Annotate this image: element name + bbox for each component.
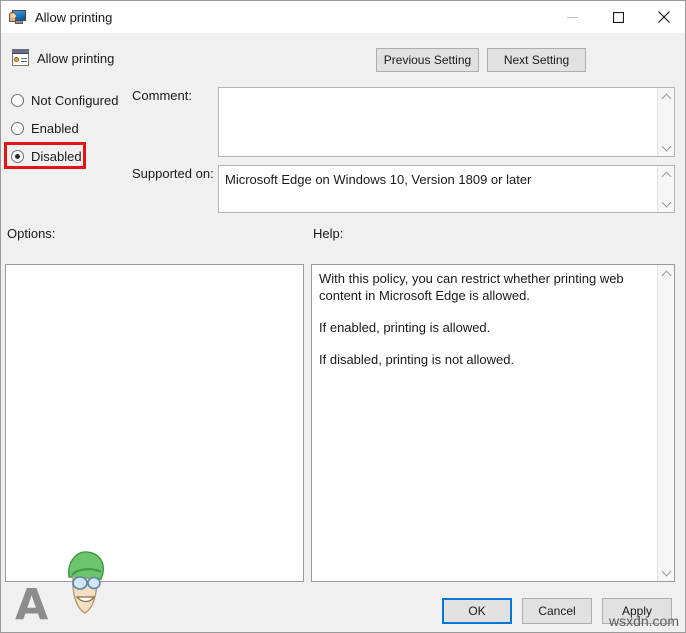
comment-label: Comment:	[132, 88, 192, 103]
supported-on-label: Supported on:	[132, 166, 214, 181]
help-paragraph: With this policy, you can restrict wheth…	[319, 271, 624, 303]
radio-disabled-label: Disabled	[31, 148, 82, 164]
options-label: Options:	[7, 226, 56, 241]
radio-enabled-mark[interactable]	[11, 121, 24, 135]
minimize-button[interactable]	[549, 1, 595, 33]
ok-button[interactable]: OK	[442, 598, 512, 624]
help-scrollbar[interactable]	[657, 265, 674, 581]
group-policy-setting-dialog: Allow printing Allow printing Previous S…	[0, 0, 686, 633]
window-title: Allow printing	[35, 9, 113, 25]
help-paragraph: If enabled, printing is allowed.	[319, 320, 491, 335]
radio-disabled[interactable]: Disabled	[11, 146, 82, 166]
radio-disabled-mark[interactable]	[11, 149, 24, 163]
comment-input[interactable]	[218, 87, 675, 157]
radio-not-configured-label: Not Configured	[31, 92, 119, 108]
comment-scroll-down-icon[interactable]	[658, 139, 674, 156]
help-label: Help:	[313, 226, 344, 241]
supported-on-scrollbar[interactable]	[657, 166, 674, 212]
supported-on-value: Microsoft Edge on Windows 10, Version 18…	[225, 172, 532, 187]
radio-not-configured-mark[interactable]	[11, 93, 24, 107]
comment-scroll-up-icon[interactable]	[658, 88, 674, 105]
previous-setting-button[interactable]: Previous Setting	[376, 48, 479, 72]
supported-on-scroll-up-icon[interactable]	[658, 166, 674, 183]
options-panel[interactable]	[5, 264, 304, 582]
radio-enabled-label: Enabled	[31, 120, 79, 136]
window-controls	[549, 1, 685, 33]
help-paragraph: If disabled, printing is not allowed.	[319, 352, 515, 367]
apply-button[interactable]: Apply	[602, 598, 672, 624]
help-panel[interactable]: With this policy, you can restrict wheth…	[311, 264, 675, 582]
appuals-watermark-text: A PUALS	[15, 580, 176, 632]
help-text: With this policy, you can restrict wheth…	[319, 270, 645, 368]
radio-not-configured[interactable]: Not Configured	[11, 90, 118, 110]
maximize-button[interactable]	[595, 1, 641, 33]
title-bar: Allow printing	[1, 1, 685, 33]
radio-enabled[interactable]: Enabled	[11, 118, 79, 138]
comment-scrollbar[interactable]	[657, 88, 674, 156]
help-scroll-down-icon[interactable]	[658, 564, 674, 581]
cancel-button[interactable]: Cancel	[522, 598, 592, 624]
policy-monitor-icon	[9, 9, 27, 25]
appuals-watermark-logo: A PUALS	[15, 551, 225, 632]
policy-setting-icon	[11, 48, 30, 67]
supported-on-field[interactable]: Microsoft Edge on Windows 10, Version 18…	[218, 165, 675, 213]
setting-name: Allow printing	[37, 51, 115, 66]
close-button[interactable]	[641, 1, 685, 33]
help-scroll-up-icon[interactable]	[658, 265, 674, 282]
supported-on-scroll-down-icon[interactable]	[658, 195, 674, 212]
next-setting-button[interactable]: Next Setting	[487, 48, 586, 72]
